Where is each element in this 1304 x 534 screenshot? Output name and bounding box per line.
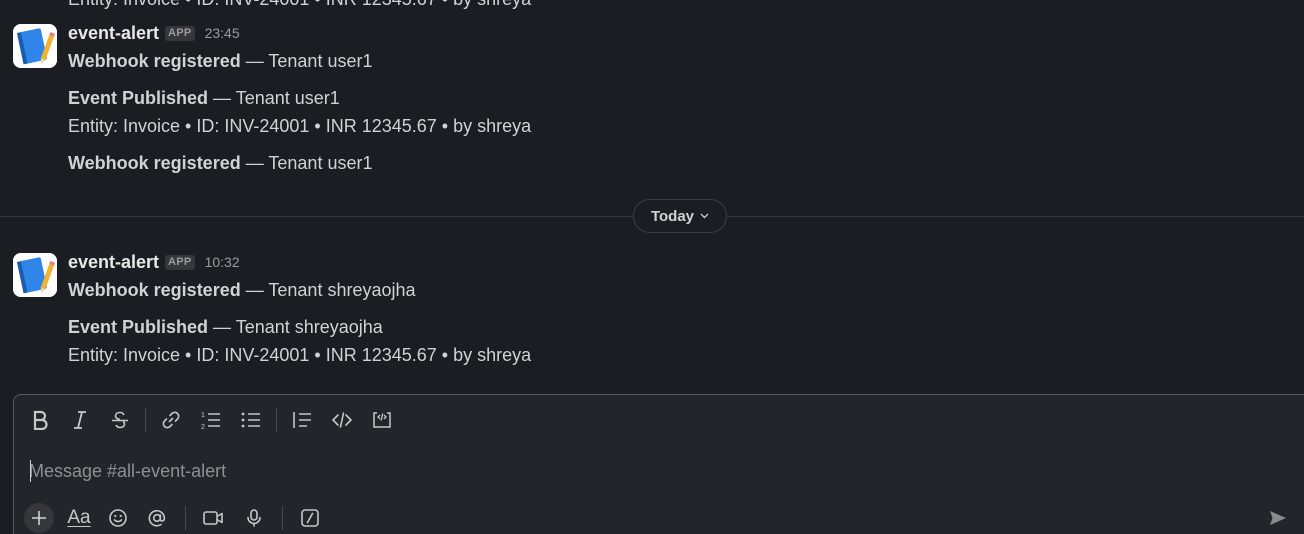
message-timestamp[interactable]: 10:32	[205, 254, 240, 270]
message-line: Webhook registered — Tenant user1	[68, 50, 372, 72]
svg-text:2: 2	[201, 424, 205, 430]
message-line-bold: Event Published	[68, 88, 209, 108]
text-format-label: Aa	[67, 507, 91, 528]
bot-avatar[interactable]	[13, 253, 57, 297]
message-line: Entity: Invoice • ID: INV-24001 • INR 12…	[68, 345, 532, 365]
toolbar-separator	[282, 506, 283, 530]
message-line-bold: Webhook registered	[68, 51, 241, 71]
app-badge: APP	[165, 25, 195, 41]
message-timestamp[interactable]: 23:45	[205, 25, 240, 41]
day-divider-label: Today	[650, 207, 695, 225]
toolbar-separator	[276, 408, 277, 432]
message-composer: 12 Aa	[13, 394, 1304, 534]
message-line: Webhook registered — Tenant user1	[68, 152, 372, 174]
message-line-partial: Entity: Invoice • ID: INV-24001 • INR 12…	[68, 0, 531, 10]
toolbar-separator	[185, 506, 186, 530]
notebook-icon	[13, 253, 57, 297]
svg-text:1: 1	[201, 412, 205, 419]
sender-name[interactable]: event-alert	[68, 23, 159, 44]
message-header: event-alert APP 23:45	[68, 22, 240, 44]
message-line-bold: Event Published	[68, 317, 209, 337]
blockquote-icon[interactable]	[288, 406, 316, 434]
message-line: Event Published — Tenant user1	[68, 87, 340, 109]
notebook-icon	[13, 24, 57, 68]
text-cursor	[30, 460, 31, 482]
chevron-down-icon	[700, 211, 709, 222]
message-line-bold: Webhook registered	[68, 153, 241, 173]
slash-command-icon[interactable]	[295, 503, 325, 533]
send-icon[interactable]	[1263, 503, 1293, 533]
message-line: Entity: Invoice • ID: INV-24001 • INR 12…	[68, 116, 532, 136]
code-block-icon[interactable]	[368, 406, 396, 434]
message-line-text: — Tenant user1	[240, 153, 373, 173]
microphone-icon[interactable]	[239, 503, 269, 533]
message-line-text: — Tenant shreyaojha	[208, 317, 383, 337]
bulleted-list-icon[interactable]	[237, 406, 265, 434]
video-icon[interactable]	[198, 503, 228, 533]
toolbar-separator	[145, 408, 146, 432]
slack-channel-view: Entity: Invoice • ID: INV-24001 • INR 12…	[0, 0, 1304, 534]
italic-icon[interactable]	[66, 406, 94, 434]
code-icon[interactable]	[328, 406, 356, 434]
mention-icon[interactable]	[142, 503, 172, 533]
sender-name[interactable]: event-alert	[68, 252, 159, 273]
message-line-text: — Tenant user1	[208, 88, 340, 108]
bold-icon[interactable]	[26, 406, 54, 434]
message-input[interactable]	[29, 458, 1229, 484]
plus-icon[interactable]	[24, 503, 54, 533]
message-line: Event Published — Tenant shreyaojha	[68, 316, 383, 338]
message-line: Webhook registered — Tenant shreyaojha	[68, 279, 416, 301]
bot-avatar[interactable]	[13, 24, 57, 68]
link-icon[interactable]	[157, 406, 185, 434]
strikethrough-icon[interactable]	[106, 406, 134, 434]
message-header: event-alert APP 10:32	[68, 251, 240, 273]
emoji-icon[interactable]	[103, 503, 133, 533]
ordered-list-icon[interactable]: 12	[197, 406, 225, 434]
app-badge: APP	[165, 254, 195, 270]
message-line-bold: Webhook registered	[68, 280, 241, 300]
message-line-text: — Tenant shreyaojha	[240, 280, 416, 300]
day-divider-button[interactable]: Today	[633, 199, 727, 233]
text-format-icon[interactable]: Aa	[62, 503, 96, 533]
message-line-text: — Tenant user1	[240, 51, 373, 71]
